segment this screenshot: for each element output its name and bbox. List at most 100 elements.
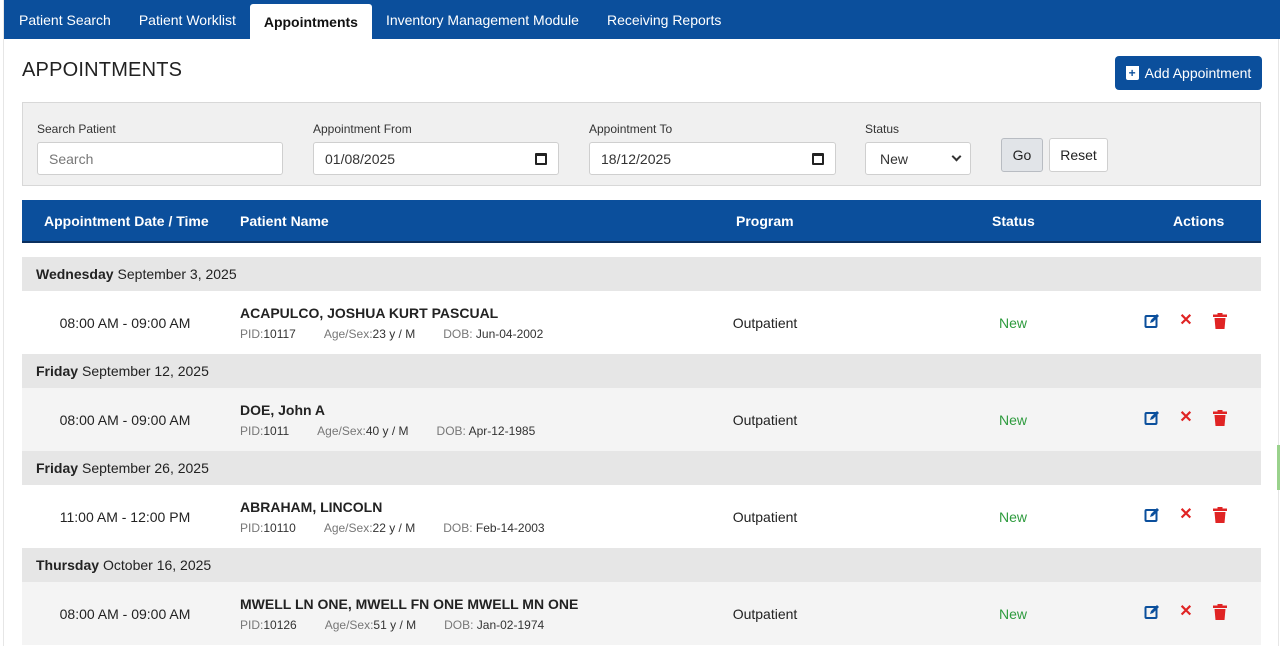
calendar-plus-icon [1125,66,1139,80]
row-actions: ✕ [1144,410,1228,426]
patient-name[interactable]: ACAPULCO, JOSHUA KURT PASCUAL [240,305,498,321]
edit-icon[interactable] [1144,507,1160,523]
dob-label: DOB: [444,618,477,632]
close-icon[interactable]: ✕ [1178,604,1194,620]
appointment-row[interactable]: 08:00 AM - 09:00 AM ACAPULCO, JOSHUA KUR… [22,291,1261,354]
dob-value: Jan-02-1974 [476,618,545,632]
appointment-row[interactable]: 11:00 AM - 12:00 PM ABRAHAM, LINCOLN PID… [22,485,1261,548]
calendar-icon[interactable] [812,152,824,165]
search-placeholder: Search [49,150,94,167]
appointment-row[interactable]: 08:00 AM - 09:00 AM MWELL LN ONE, MWELL … [22,582,1261,645]
calendar-icon[interactable] [535,152,547,165]
row-actions: ✕ [1144,313,1228,329]
status-value: New [998,606,1027,622]
weekday: Thursday [36,557,100,573]
dob-value: Feb-14-2003 [475,521,545,535]
agesex-value: 23 y / M [372,327,416,341]
date-group-row: Wednesday September 3, 2025 [22,257,1261,291]
agesex-label: Age/Sex: [317,424,366,438]
edit-icon[interactable] [1144,410,1160,426]
column-header-datetime[interactable]: Appointment Date / Time [44,200,209,241]
status-select-value: New [880,150,909,167]
trash-icon[interactable] [1212,507,1228,523]
appointment-time: 08:00 AM - 09:00 AM [59,412,191,428]
search-patient-label: Search Patient [37,122,116,136]
appointment-to-value: 18/12/2025 [601,150,672,167]
chevron-down-icon [951,151,962,162]
pid-value: 10110 [263,521,296,535]
tab-inventory-management[interactable]: Inventory Management Module [372,0,593,39]
top-nav: Patient Search Patient Worklist Appointm… [4,0,1280,39]
status-label: Status [865,122,900,136]
date-group-row: Friday September 26, 2025 [22,451,1261,485]
tab-appointments[interactable]: Appointments [249,4,372,39]
weekday: Friday [36,363,79,379]
date: September 26, 2025 [82,460,209,476]
tab-patient-search[interactable]: Patient Search [4,0,125,39]
agesex-label: Age/Sex: [323,327,373,341]
patient-name[interactable]: ABRAHAM, LINCOLN [240,499,382,515]
dob-value: Apr-12-1985 [468,424,536,438]
dob-value: Jun-04-2002 [475,327,544,341]
appointment-to-group: Appointment To 18/12/2025 [589,122,836,175]
appointment-time: 08:00 AM - 09:00 AM [59,606,191,622]
search-input[interactable]: Search [37,142,283,175]
row-actions: ✕ [1144,507,1228,523]
pid-label: PID: [240,327,264,341]
add-appointment-button[interactable]: Add Appointment [1115,56,1262,90]
column-header-status[interactable]: Status [992,200,1035,241]
appointments-table-body: Wednesday September 3, 2025 08:00 AM - 0… [22,257,1261,645]
pid-label: PID: [240,424,264,438]
agesex-value: 40 y / M [365,424,409,438]
date: October 16, 2025 [103,557,212,573]
close-icon[interactable]: ✕ [1178,313,1194,329]
program: Outpatient [732,315,798,331]
dob-label: DOB: [443,521,476,535]
appointment-from-value: 01/08/2025 [325,150,396,167]
column-header-actions: Actions [1173,212,1225,229]
tab-receiving-reports[interactable]: Receiving Reports [593,0,735,39]
date-group-row: Friday September 12, 2025 [22,354,1261,388]
appointment-from-group: Appointment From 01/08/2025 [313,122,559,175]
status-value: New [998,315,1027,331]
appointment-from-date-input[interactable]: 01/08/2025 [313,142,559,175]
close-icon[interactable]: ✕ [1178,507,1194,523]
patient-meta: PID:10126 Age/Sex:51 y / M DOB: Jan-02-197… [240,618,544,632]
appointment-time: 11:00 AM - 12:00 PM [59,509,191,525]
pid-value: 10117 [263,327,296,341]
trash-icon[interactable] [1212,410,1228,426]
appointment-to-date-input[interactable]: 18/12/2025 [589,142,836,175]
appointment-from-label: Appointment From [313,122,412,136]
program: Outpatient [732,509,798,525]
edit-icon[interactable] [1144,604,1160,620]
close-icon[interactable]: ✕ [1178,410,1194,426]
status-select[interactable]: New [865,142,971,175]
reset-button[interactable]: Reset [1049,138,1108,172]
appointment-time: 08:00 AM - 09:00 AM [59,315,191,331]
pid-value: 1011 [263,424,290,438]
tab-patient-worklist[interactable]: Patient Worklist [125,0,250,39]
trash-icon[interactable] [1212,313,1228,329]
agesex-value: 51 y / M [373,618,417,632]
appointment-to-label: Appointment To [589,122,673,136]
weekday: Friday [36,460,79,476]
column-header-program[interactable]: Program [736,200,794,241]
patient-name[interactable]: MWELL LN ONE, MWELL FN ONE MWELL MN ONE [240,596,578,612]
status-value: New [998,509,1027,525]
edit-icon[interactable] [1144,313,1160,329]
patient-name[interactable]: DOE, John A [240,402,325,418]
filter-panel: Search Patient Search Appointment From 0… [22,102,1261,186]
appointment-row[interactable]: 08:00 AM - 09:00 AM DOE, John A PID:1011… [22,388,1261,451]
date-group-row: Thursday October 16, 2025 [22,548,1261,582]
agesex-label: Age/Sex: [324,618,374,632]
column-header-patient[interactable]: Patient Name [240,200,329,241]
patient-meta: PID:10117 Age/Sex:23 y / M DOB: Jun-04-200… [240,327,543,341]
patient-meta: PID:1011 Age/Sex:40 y / M DOB: Apr-12-1985 [240,424,535,438]
go-button[interactable]: Go [1001,138,1043,172]
trash-icon[interactable] [1212,604,1228,620]
date: September 12, 2025 [82,363,209,379]
search-patient-group: Search Patient Search [37,122,283,175]
program: Outpatient [732,606,798,622]
dob-label: DOB: [436,424,469,438]
status-group: Status New [865,122,971,175]
